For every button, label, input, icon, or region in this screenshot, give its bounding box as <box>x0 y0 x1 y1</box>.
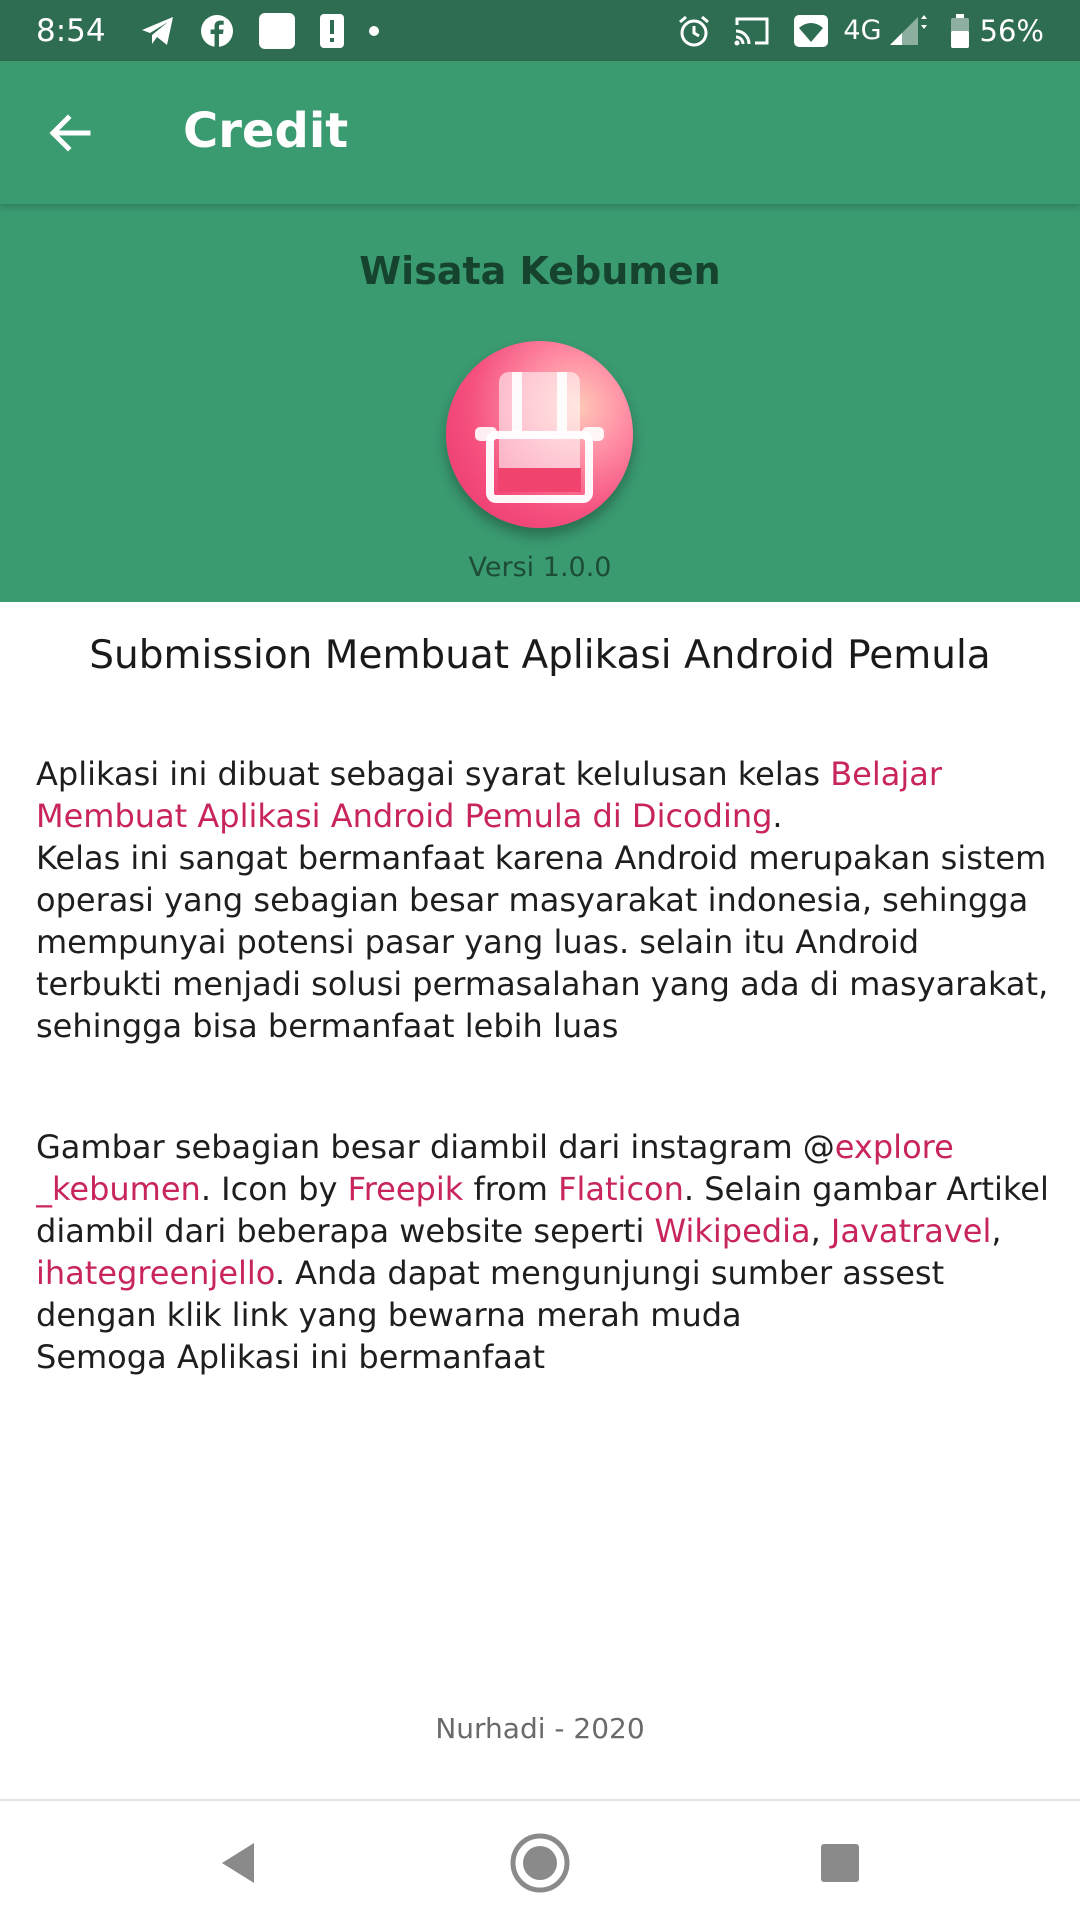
text-line: dengan klik link yang bewarna merah muda <box>36 1296 742 1334</box>
nav-home-button[interactable] <box>500 1823 580 1903</box>
page-title: Credit <box>183 103 349 159</box>
arrow-back-icon <box>49 114 91 152</box>
text-fragment: Gambar sebagian besar diambil dari insta… <box>36 1128 835 1166</box>
flaticon-link[interactable]: Flaticon <box>558 1170 684 1208</box>
text-fragment: , <box>810 1212 831 1250</box>
telegram-icon <box>140 15 176 47</box>
text-fragment: , <box>991 1212 1002 1250</box>
nav-recents-button[interactable] <box>800 1823 880 1903</box>
text-fragment: . <box>772 797 783 835</box>
signal-icon <box>888 14 928 47</box>
dicoding-class-link[interactable]: Belajar <box>830 755 942 793</box>
dicoding-class-link-cont[interactable]: Membuat Aplikasi Android Pemula di Dicod… <box>36 797 772 835</box>
status-left: 8:54 <box>36 12 404 50</box>
text-fragment: . Anda dapat mengunjungi sumber assest <box>274 1254 945 1292</box>
wikipedia-link[interactable]: Wikipedia <box>655 1212 811 1250</box>
cast-icon <box>733 15 771 47</box>
alarm-icon <box>677 14 711 48</box>
sources-paragraph: Gambar sebagian besar diambil dari insta… <box>36 1126 1046 1378</box>
text-fragment: . Icon by <box>200 1170 348 1208</box>
back-button[interactable] <box>34 97 106 169</box>
text-line: mempunyai potensi pasar yang luas. selai… <box>36 923 920 961</box>
description-paragraph: Aplikasi ini dibuat sebagai syarat kelul… <box>36 753 1046 1047</box>
wifi-icon <box>793 14 829 48</box>
status-right: 4G 56% <box>655 13 1044 48</box>
freepik-link[interactable]: Freepik <box>348 1170 464 1208</box>
header-panel: Wisata Kebumen Versi 1.0.0 <box>0 204 1080 602</box>
ihategreenjello-link[interactable]: ihategreenjello <box>36 1254 275 1292</box>
square-notification-icon <box>258 12 296 50</box>
chair-logo-icon <box>446 341 633 528</box>
text-fragment: diambil dari beberapa website seperti <box>36 1212 655 1250</box>
battery-icon <box>950 13 970 48</box>
nav-back-button[interactable] <box>198 1823 278 1903</box>
status-bar: 8:54 4G 56% <box>0 0 1080 61</box>
text-fragment: from <box>463 1170 559 1208</box>
nav-recents-icon <box>821 1844 859 1882</box>
nav-home-icon <box>510 1833 570 1893</box>
text-line: Semoga Aplikasi ini bermanfaat <box>36 1338 546 1376</box>
submission-title: Submission Membuat Aplikasi Android Pemu… <box>89 633 991 678</box>
text-line: operasi yang sebagian besar masyarakat i… <box>36 881 1029 919</box>
javatravel-link[interactable]: Javatravel <box>831 1212 991 1250</box>
system-nav-bar <box>0 1799 1080 1920</box>
dot-icon <box>368 25 380 37</box>
facebook-icon <box>200 14 234 48</box>
network-type: 4G <box>843 15 882 46</box>
alert-icon <box>319 13 344 48</box>
text-line: sehingga bisa bermanfaat lebih luas <box>36 1007 619 1045</box>
version-label: Versi 1.0.0 <box>468 552 612 583</box>
text-fragment: Aplikasi ini dibuat sebagai syarat kelul… <box>36 755 831 793</box>
battery-level: 56% <box>979 13 1044 48</box>
instagram-link-cont[interactable]: _kebumen <box>36 1170 201 1208</box>
instagram-link[interactable]: explore <box>835 1128 954 1166</box>
status-time: 8:54 <box>36 12 106 49</box>
nav-back-icon <box>222 1843 254 1883</box>
app-bar: Credit <box>0 61 1080 204</box>
text-line: terbukti menjadi solusi permasalahan yan… <box>36 965 1046 1003</box>
text-line: Kelas ini sangat bermanfaat karena Andro… <box>36 839 1046 877</box>
footer-credit: Nurhadi - 2020 <box>435 1712 645 1745</box>
app-name: Wisata Kebumen <box>359 249 721 293</box>
text-fragment: . Selain gambar Artikel <box>683 1170 1046 1208</box>
